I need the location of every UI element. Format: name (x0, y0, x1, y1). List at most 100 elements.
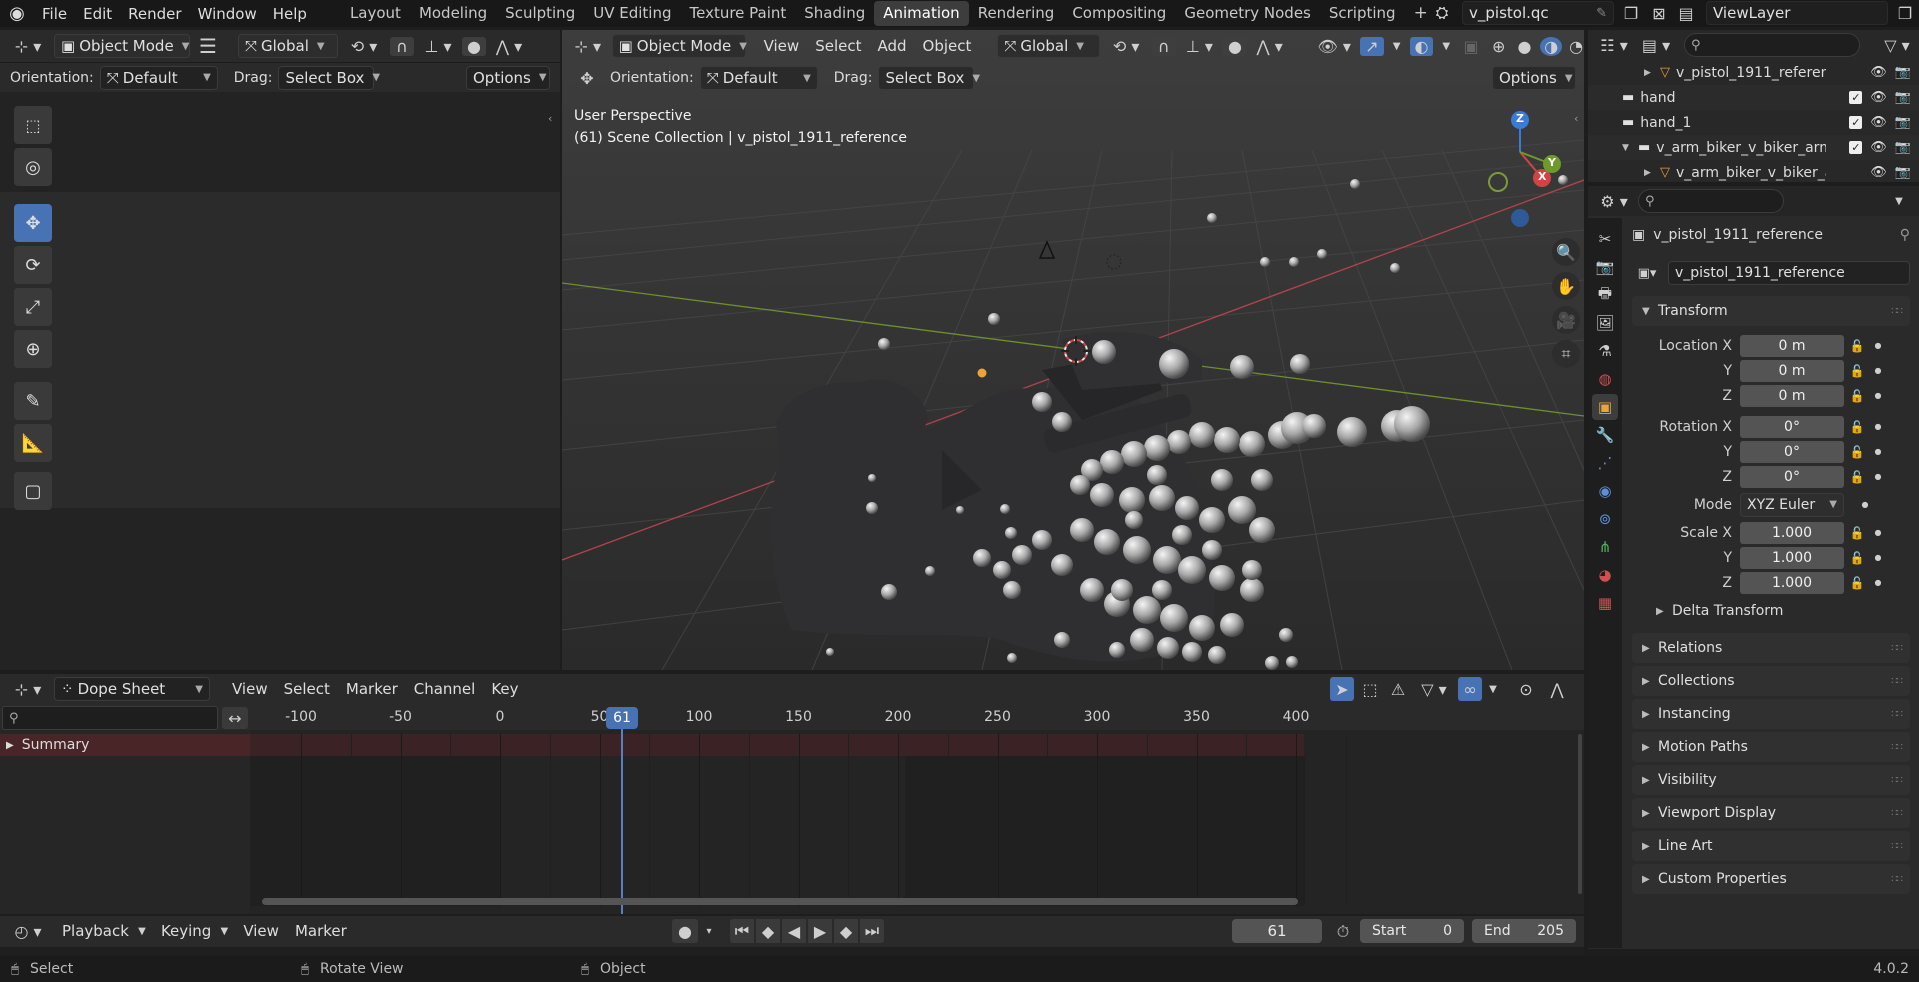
lock-icon[interactable]: 🔓 (1844, 389, 1870, 403)
timeline-editor-type-icon[interactable]: ◴ ▾ (8, 922, 48, 941)
solid-shading-icon[interactable]: ● (1515, 37, 1535, 56)
drag-grip-icon[interactable]: ∷∷ (1891, 709, 1903, 720)
camera-view-icon[interactable]: 🎥 (1552, 306, 1580, 334)
eye-icon[interactable]: 👁 (1870, 90, 1887, 105)
end-frame-field[interactable]: End 205 (1472, 919, 1576, 943)
viewport-menu-view[interactable]: View (756, 37, 808, 55)
timeline-menu-marker[interactable]: Marker (287, 922, 355, 940)
play-icon[interactable]: ▶ (808, 919, 832, 943)
pivot-icon[interactable]: ⟲ ▾ (344, 37, 384, 56)
new-view-layer-icon[interactable]: ❐ (1894, 4, 1916, 23)
lock-icon[interactable]: 🔓 (1844, 445, 1870, 459)
location-y-field[interactable]: 0 m (1740, 359, 1844, 382)
dopesheet-menu-key[interactable]: Key (483, 680, 526, 698)
prev-keyframe-icon[interactable]: ◆ (756, 919, 780, 943)
properties-options-icon[interactable]: ▼ (1889, 196, 1909, 207)
auto-snap-icon[interactable]: ∞ (1458, 677, 1482, 701)
tab-layout[interactable]: Layout (341, 1, 410, 26)
menu-edit[interactable]: Edit (75, 5, 120, 23)
zoom-icon[interactable]: 🔍 (1552, 238, 1580, 266)
panel-collections[interactable]: ▶ Collections ∷∷ (1632, 666, 1910, 696)
lock-icon[interactable]: 🔓 (1844, 470, 1870, 484)
dopesheet-mode-dropdown[interactable]: ⁘ Dope Sheet ▼ (54, 677, 210, 701)
panel-instancing[interactable]: ▶ Instancing ∷∷ (1632, 699, 1910, 729)
keyframe-dot-icon[interactable]: ● (1870, 422, 1886, 431)
camera-icon[interactable]: 📷 (1895, 115, 1911, 130)
viewport-proportional-icon[interactable]: ● (1223, 36, 1247, 56)
menu-window[interactable]: Window (190, 5, 265, 23)
dopesheet-editor-type-icon[interactable]: ⊹ ▾ (8, 680, 48, 699)
delta-transform-subpanel[interactable]: ▶ Delta Transform (1632, 595, 1910, 627)
pin-properties-icon[interactable]: ⚲ (1900, 227, 1910, 243)
keyframe-dot-icon[interactable]: ● (1870, 366, 1886, 375)
rotation-x-field[interactable]: 0° (1740, 415, 1844, 438)
snap-target-icon[interactable]: ⊥ ▾ (420, 37, 456, 56)
play-reverse-icon[interactable]: ◀ (782, 919, 806, 943)
panel-relations[interactable]: ▶ Relations ∷∷ (1632, 633, 1910, 663)
drag-grip-icon[interactable]: ∷∷ (1891, 306, 1903, 317)
expand-arrow-icon[interactable]: ▶ (1644, 68, 1654, 78)
proportional-icon[interactable]: ● (462, 36, 486, 56)
tab-animation[interactable]: Animation (874, 1, 969, 26)
exclude-checkbox[interactable]: ✓ (1849, 91, 1863, 104)
object-name-field[interactable]: v_pistol_1911_reference (1668, 261, 1910, 285)
hamburger-icon[interactable]: ☰ (196, 34, 220, 58)
scale-x-field[interactable]: 1.000 (1740, 521, 1844, 544)
object-tab-icon[interactable]: ▣ (1592, 394, 1618, 420)
left-drag-dropdown[interactable]: Select Box ▼ (278, 65, 380, 90)
rotate-tool[interactable]: ⟳ (14, 246, 52, 284)
cursor-tool[interactable]: ◎ (14, 148, 52, 186)
keyframe-dot-icon[interactable]: ● (1870, 447, 1886, 456)
dopesheet-menu-view[interactable]: View (224, 680, 276, 698)
outliner-search-input[interactable]: ⚲ (1684, 33, 1860, 57)
camera-icon[interactable]: 📷 (1895, 90, 1911, 105)
location-z-field[interactable]: 0 m (1740, 384, 1844, 407)
viewport-pivot-icon[interactable]: ⟲ ▾ (1106, 37, 1146, 56)
collapse-arrow-icon[interactable]: ▼ (1622, 143, 1632, 153)
lock-icon[interactable]: 🔓 (1844, 420, 1870, 434)
dopesheet-menu-marker[interactable]: Marker (338, 680, 406, 698)
viewport-options-dropdown[interactable]: Options ▼ (1492, 66, 1576, 90)
preview-range-icon[interactable]: ⏱ (1332, 922, 1354, 942)
keyframe-dot-icon[interactable]: ● (1870, 391, 1886, 400)
outliner-row[interactable]: ▬ hand_1 ✓ 👁 📷 (1588, 110, 1919, 135)
left-transform-dropdown[interactable]: ⤧ Global ▼ (238, 34, 338, 58)
camera-icon[interactable]: 📷 (1895, 65, 1911, 80)
pin-icon[interactable]: ✎ (1596, 6, 1607, 21)
panel-viewport-display[interactable]: ▶ Viewport Display ∷∷ (1632, 798, 1910, 828)
dopesheet-menu-select[interactable]: Select (276, 680, 338, 698)
viewport-sidebar-toggle-icon[interactable]: ‹ (1574, 112, 1578, 125)
viewport-editor-type-icon[interactable]: ⊹ ▾ (570, 37, 606, 56)
viewport[interactable]: ⊹ ▾ ▣ Object Mode ▼ View Select Add Object ⤧ G… (562, 30, 1584, 670)
exclude-checkbox[interactable]: ✓ (1849, 141, 1863, 154)
viewport-snap-target-icon[interactable]: ⊥ ▾ (1182, 37, 1218, 56)
camera-icon[interactable]: 📷 (1895, 140, 1911, 155)
physics-tab-icon[interactable]: ◉ (1592, 478, 1618, 504)
exclude-checkbox[interactable]: ✓ (1849, 116, 1863, 129)
start-frame-field[interactable]: Start 0 (1360, 919, 1464, 943)
keyframe-dot-icon[interactable]: ● (1870, 528, 1886, 537)
drag-grip-icon[interactable]: ∷∷ (1891, 775, 1903, 786)
viewport-menu-object[interactable]: Object (915, 37, 980, 55)
falloff-icon[interactable]: ⋀ ▾ (492, 37, 526, 56)
transform-panel-header[interactable]: ▼ Transform ∷∷ (1632, 296, 1910, 326)
viewport-menu-select[interactable]: Select (807, 37, 869, 55)
record-icon[interactable]: ● (672, 919, 698, 943)
material-shading-icon[interactable]: ◑ (1540, 36, 1563, 56)
scene-name-field[interactable]: v_pistol.qc ✎ (1462, 1, 1614, 25)
jump-end-icon[interactable]: ⏭ (860, 919, 884, 943)
scene-tab-icon[interactable]: ⚗ (1592, 338, 1618, 364)
next-keyframe-icon[interactable]: ◆ (834, 919, 858, 943)
eye-icon[interactable]: 👁 (1870, 65, 1887, 80)
view-layer-icon[interactable]: ▤ (1672, 4, 1700, 23)
drag-grip-icon[interactable]: ∷∷ (1891, 841, 1903, 852)
errors-icon[interactable]: ⚠ (1386, 677, 1410, 701)
keyframe-dot-icon[interactable]: ● (1870, 341, 1886, 350)
current-frame-field[interactable]: 61 (1232, 919, 1322, 943)
keyframe-dot-icon[interactable]: ● (1870, 553, 1886, 562)
remove-scene-icon[interactable]: ⊠ (1648, 4, 1670, 23)
display-mode-icon[interactable]: ▤ ▾ (1636, 36, 1676, 55)
left-mode-dropdown[interactable]: ▣ Object Mode ▼ (54, 34, 190, 58)
visibility-icon[interactable]: 👁 ▾ (1314, 37, 1354, 56)
material-tab-icon[interactable]: ◕ (1592, 562, 1618, 588)
